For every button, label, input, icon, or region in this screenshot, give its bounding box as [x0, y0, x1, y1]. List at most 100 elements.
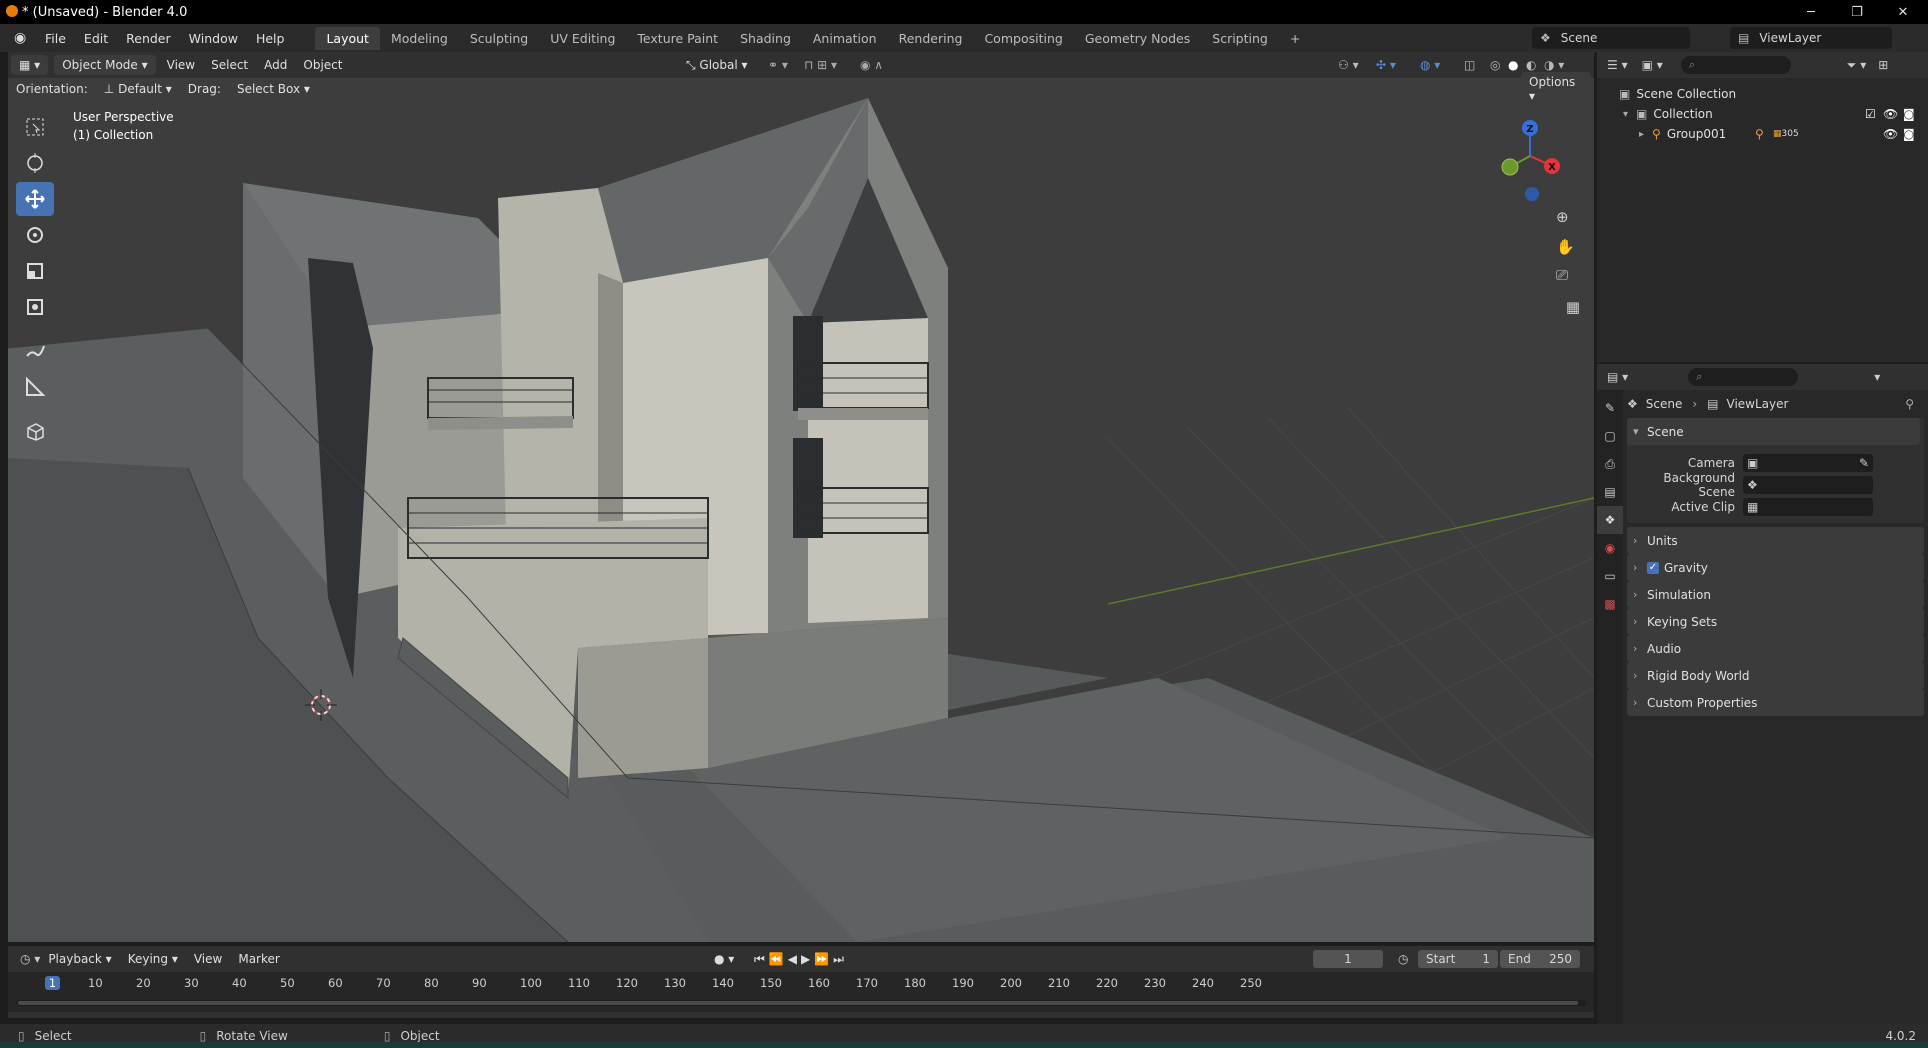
expand-chevron-right-icon[interactable]: ▸ [1639, 129, 1644, 140]
eye-icon[interactable]: 👁 [1883, 127, 1898, 141]
tab-uv-editing[interactable]: UV Editing [539, 27, 626, 50]
move-tool[interactable] [16, 182, 54, 216]
camera-render-icon[interactable]: ◙ [1903, 127, 1915, 141]
gravity-panel[interactable]: › ✓ Gravity [1627, 554, 1924, 581]
pivot-icon[interactable]: ⚭ ▾ [768, 58, 788, 72]
maximize-button[interactable]: ❐ [1834, 0, 1880, 24]
outliner-row-collection[interactable]: ▾ ▣ Collection ☑ 👁 ◙ [1597, 104, 1928, 124]
preview-range-icon[interactable]: ◷ [1398, 952, 1408, 966]
tab-modeling[interactable]: Modeling [380, 27, 459, 50]
tab-texture-paint[interactable]: Texture Paint [626, 27, 729, 50]
collection-tab-icon[interactable]: ▭ [1597, 562, 1623, 590]
measure-tool[interactable] [16, 370, 54, 404]
properties-options-icon[interactable]: ▾ [1874, 370, 1880, 384]
orientation-dropdown[interactable]: ⊥ Default ▾ [96, 82, 180, 96]
new-collection-icon[interactable]: ⊞ [1878, 58, 1888, 72]
output-tab-icon[interactable]: ⎙ [1597, 450, 1623, 478]
editor-type-button[interactable]: ▦ ▾ [11, 55, 49, 75]
tab-sculpting[interactable]: Sculpting [459, 27, 539, 50]
simulation-panel[interactable]: › Simulation [1627, 581, 1924, 608]
view-layer-selector[interactable]: ▤ ViewLayer [1730, 27, 1892, 49]
camera-field[interactable]: ▣ ✎ [1743, 454, 1873, 472]
solid-shading-icon[interactable]: ● [1508, 58, 1518, 72]
menu-render[interactable]: Render [117, 31, 180, 46]
visibility-icon[interactable]: ⚇ ▾ [1338, 58, 1359, 72]
menu-marker[interactable]: Marker [230, 952, 287, 966]
outliner-row-group001[interactable]: ▸ ⚲ Group001 ⚲ ▦305 👁 ◙ [1597, 124, 1928, 144]
menu-keying[interactable]: Keying ▾ [120, 952, 186, 966]
xray-icon[interactable]: ◫ [1464, 58, 1475, 72]
tool-tab-icon[interactable]: ✎ [1597, 394, 1623, 422]
filter-icon[interactable]: ⏷ ▾ [1847, 58, 1866, 73]
close-button[interactable]: ✕ [1880, 0, 1926, 24]
active-clip-field[interactable]: ▦ [1743, 498, 1873, 516]
mode-selector[interactable]: Object Mode ▾ [54, 55, 156, 75]
options-dropdown[interactable]: Options ▾ [1521, 72, 1591, 106]
pan-hand-icon[interactable]: ✋ [1556, 238, 1575, 256]
eyedropper-icon[interactable]: ✎ [1859, 456, 1869, 470]
gravity-checkbox[interactable]: ✓ [1647, 561, 1659, 574]
menu-edit[interactable]: Edit [75, 31, 117, 46]
snap-icon[interactable]: ⊓ ⊞ ▾ [804, 58, 837, 72]
blender-menu-icon[interactable]: ◉ [14, 30, 36, 46]
eye-icon[interactable]: 👁 [1883, 107, 1898, 121]
auto-keying-icon[interactable]: ● ▾ [714, 952, 734, 966]
audio-panel[interactable]: › Audio [1627, 635, 1924, 662]
background-scene-field[interactable]: ❖ [1743, 476, 1873, 494]
add-cube-tool[interactable] [16, 414, 54, 448]
scene-selector[interactable]: ❖ Scene [1532, 27, 1690, 49]
render-tab-icon[interactable]: ▢ [1597, 422, 1623, 450]
menu-window[interactable]: Window [180, 31, 247, 46]
navigation-gizmo[interactable]: Z X ⊕ ✋ ⎚ [1468, 108, 1588, 298]
keying-sets-panel[interactable]: › Keying Sets [1627, 608, 1924, 635]
tab-rendering[interactable]: Rendering [888, 27, 974, 50]
start-frame-field[interactable]: Start 1 [1418, 950, 1498, 968]
world-tab-icon[interactable]: ◉ [1597, 534, 1623, 562]
view-layer-tab-icon[interactable]: ▤ [1597, 478, 1623, 506]
wireframe-shading-icon[interactable]: ◎ [1490, 58, 1500, 72]
add-workspace-button[interactable]: + [1279, 27, 1311, 50]
transform-orientation-dropdown[interactable]: ⤡ Global ▾ [678, 58, 756, 73]
scene-tab-icon[interactable]: ❖ [1597, 506, 1623, 534]
cursor-tool[interactable] [16, 146, 54, 180]
material-shading-icon[interactable]: ◐ [1526, 58, 1536, 72]
expand-chevron-down-icon[interactable]: ▾ [1623, 109, 1628, 120]
menu-file[interactable]: File [36, 31, 75, 46]
tab-animation[interactable]: Animation [802, 27, 888, 50]
rotate-tool[interactable] [16, 218, 54, 252]
current-frame-field[interactable]: 1 [1313, 950, 1383, 968]
custom-properties-panel[interactable]: › Custom Properties [1627, 689, 1924, 716]
tab-layout[interactable]: Layout [315, 26, 380, 50]
minimize-button[interactable]: ─ [1788, 0, 1834, 24]
ortho-toggle-icon[interactable]: ▦ [1566, 298, 1580, 316]
tab-compositing[interactable]: Compositing [973, 27, 1073, 50]
3d-viewport[interactable]: User Perspective (1) Collection Z X ⊕ ✋ … [8, 78, 1594, 942]
outliner-editor-type-icon[interactable]: ☰ ▾ [1607, 58, 1628, 72]
drag-dropdown[interactable]: Select Box ▾ [229, 82, 318, 96]
zoom-icon[interactable]: ⊕ [1556, 208, 1569, 226]
scene-panel-header[interactable]: ▾ Scene [1627, 418, 1920, 445]
tab-shading[interactable]: Shading [729, 27, 802, 50]
timeline-editor-type-icon[interactable]: ◷ ▾ [20, 952, 40, 966]
tab-geometry-nodes[interactable]: Geometry Nodes [1074, 27, 1201, 50]
outliner-row-scene-collection[interactable]: ▣ Scene Collection [1597, 84, 1928, 104]
menu-view[interactable]: View [159, 58, 203, 72]
annotate-tool[interactable] [16, 334, 54, 368]
menu-timeline-view[interactable]: View [186, 952, 230, 966]
rendered-shading-icon[interactable]: ◑ ▾ [1544, 58, 1564, 72]
menu-object[interactable]: Object [295, 58, 350, 72]
rigid-body-world-panel[interactable]: › Rigid Body World [1627, 662, 1924, 689]
pin-icon[interactable]: ⚲ [1905, 397, 1914, 411]
menu-playback[interactable]: Playback ▾ [40, 952, 119, 966]
menu-help[interactable]: Help [247, 31, 294, 46]
proportional-edit-icon[interactable]: ◉ ∧ [860, 58, 883, 72]
display-mode-icon[interactable]: ▣ ▾ [1642, 58, 1663, 72]
scale-tool[interactable] [16, 254, 54, 288]
playback-controls[interactable]: ⏮⏪◀▶⏩⏭ [754, 952, 848, 967]
properties-search-input[interactable]: ⌕ [1688, 368, 1799, 386]
select-box-tool[interactable] [16, 110, 54, 144]
end-frame-field[interactable]: End 250 [1500, 950, 1580, 968]
units-panel[interactable]: › Units [1627, 527, 1924, 554]
transform-tool[interactable] [16, 290, 54, 324]
outliner-search-input[interactable]: ⌕ [1680, 56, 1791, 74]
